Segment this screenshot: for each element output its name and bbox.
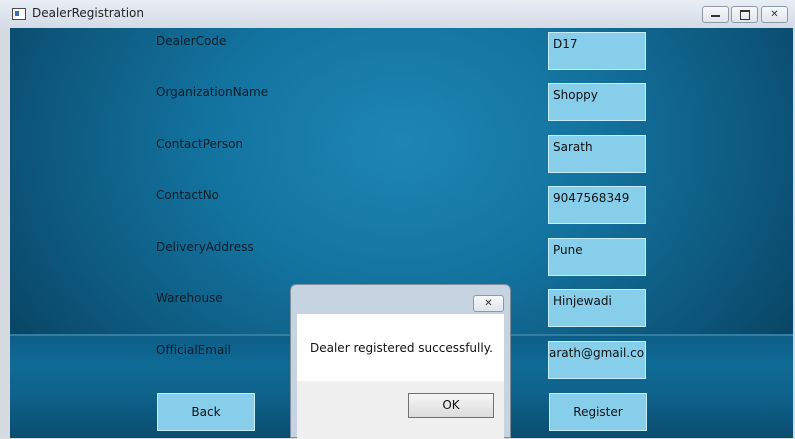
dialog-close-button[interactable]: ✕ (473, 295, 504, 312)
close-button[interactable]: ✕ (761, 6, 788, 23)
message-dialog: ✕ Dealer registered successfully. OK (290, 284, 511, 439)
contact-no-label: ContactNo (156, 188, 220, 202)
contact-person-field[interactable]: Sarath (548, 135, 646, 173)
window-title: DealerRegistration (32, 6, 144, 20)
organization-name-field[interactable]: Shoppy (548, 83, 646, 121)
app-icon (12, 8, 26, 20)
close-icon: ✕ (770, 9, 779, 20)
delivery-address-label: DeliveryAddress (156, 240, 254, 254)
minimize-button[interactable] (702, 6, 729, 23)
register-button[interactable]: Register (549, 393, 647, 431)
back-button[interactable]: Back (157, 393, 255, 431)
dealer-code-label: DealerCode (156, 34, 227, 48)
dialog-body: Dealer registered successfully. (297, 314, 504, 381)
organization-name-label: OrganizationName (156, 85, 269, 99)
dealer-code-field[interactable]: D17 (548, 32, 646, 70)
dialog-footer: OK (297, 381, 504, 439)
delivery-address-field[interactable]: Pune (548, 238, 646, 276)
minimize-icon (711, 15, 720, 17)
warehouse-label: Warehouse (156, 291, 223, 305)
official-email-field[interactable]: arath@gmail.com (548, 341, 646, 379)
dialog-message: Dealer registered successfully. (310, 341, 493, 355)
title-bar[interactable]: DealerRegistration ✕ (0, 0, 795, 28)
warehouse-field[interactable]: Hinjewadi (548, 289, 646, 327)
restore-icon (740, 10, 750, 20)
maximize-button[interactable] (731, 6, 758, 23)
contact-no-field[interactable]: 9047568349 (548, 186, 646, 224)
close-icon: ✕ (484, 298, 493, 309)
contact-person-label: ContactPerson (156, 137, 244, 151)
official-email-label: OfficialEmail (156, 343, 231, 357)
main-window: DealerRegistration ✕ DealerCode D17 Orga… (0, 0, 795, 439)
ok-button[interactable]: OK (408, 393, 494, 418)
